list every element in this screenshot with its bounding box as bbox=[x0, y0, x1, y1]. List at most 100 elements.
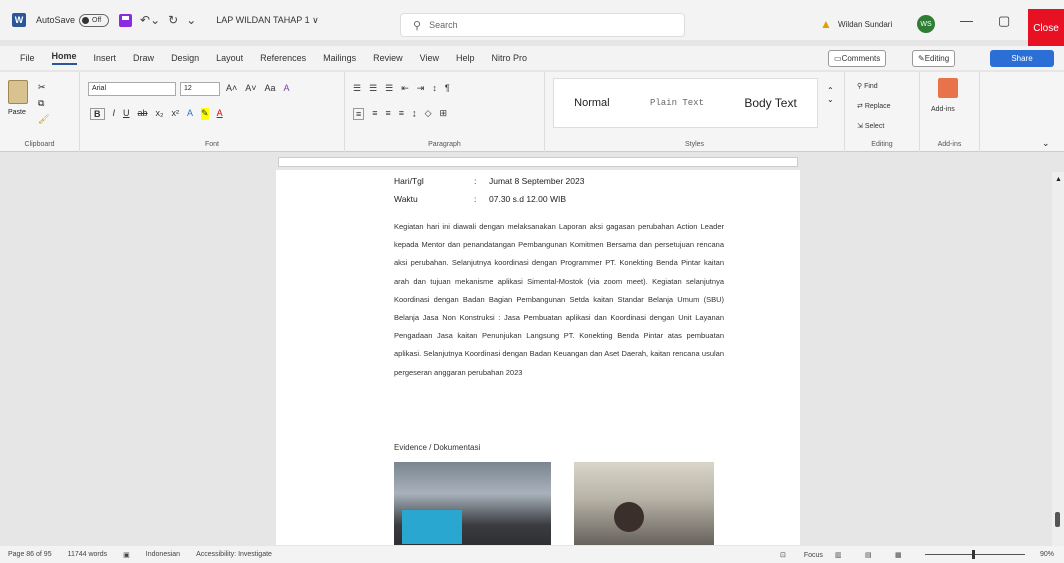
menu-bar: File Home Insert Draw Design Layout Refe… bbox=[0, 46, 1064, 70]
align-right-icon[interactable]: ≡ bbox=[386, 108, 391, 120]
tab-view[interactable]: View bbox=[420, 53, 439, 63]
pilcrow-icon[interactable]: ¶ bbox=[445, 83, 450, 94]
highlight-icon[interactable]: ✎ bbox=[201, 108, 209, 120]
ribbon-collapse-icon[interactable]: ⌄ bbox=[1042, 138, 1050, 149]
warning-icon[interactable]: ▲ bbox=[820, 17, 832, 31]
justify-icon[interactable]: ≡ bbox=[399, 108, 404, 120]
tab-references[interactable]: References bbox=[260, 53, 306, 63]
align-left-icon[interactable]: ≡ bbox=[353, 108, 365, 120]
decrease-indent-icon[interactable]: ⇤ bbox=[401, 83, 409, 94]
replace-button[interactable]: ⇄ Replace bbox=[857, 102, 891, 110]
zoom-slider-knob[interactable] bbox=[972, 550, 975, 559]
select-label: Select bbox=[864, 123, 885, 130]
style-normal[interactable]: Normal bbox=[574, 97, 609, 109]
tab-nitro-pro[interactable]: Nitro Pro bbox=[492, 53, 528, 63]
redo-icon[interactable]: ↻ bbox=[168, 13, 178, 27]
undo-icon[interactable]: ↶⌄ bbox=[140, 13, 160, 27]
change-case-icon[interactable]: Aa bbox=[265, 83, 276, 93]
editing-group-label: Editing bbox=[871, 141, 893, 148]
copy-icon[interactable]: ⧉ bbox=[38, 98, 44, 109]
autosave-toggle[interactable]: Off bbox=[79, 13, 110, 27]
user-name[interactable]: Wildan Sundari bbox=[838, 20, 892, 29]
paste-icon[interactable] bbox=[8, 80, 28, 104]
scroll-up-icon[interactable]: ▲ bbox=[1055, 176, 1062, 183]
print-layout-icon[interactable]: ▤ bbox=[865, 551, 872, 559]
language[interactable]: Indonesian bbox=[146, 551, 180, 558]
tab-home[interactable]: Home bbox=[51, 51, 77, 65]
evidence-photo-2[interactable] bbox=[574, 462, 714, 545]
horizontal-ruler[interactable] bbox=[278, 157, 798, 167]
read-mode-icon[interactable]: ▥ bbox=[835, 551, 842, 559]
save-icon[interactable] bbox=[119, 13, 133, 27]
tab-file[interactable]: File bbox=[20, 53, 35, 63]
evidence-heading[interactable]: Evidence / Dokumentasi bbox=[394, 443, 480, 452]
search-box[interactable]: ⚲ Search bbox=[400, 13, 685, 37]
styles-scroll-icon[interactable]: ⌃ ⌄ bbox=[827, 86, 834, 104]
comments-button[interactable]: ▭ Comments bbox=[828, 50, 887, 67]
scroll-thumb[interactable] bbox=[1055, 512, 1060, 527]
page-count[interactable]: Page 86 of 95 bbox=[8, 551, 52, 558]
increase-indent-icon[interactable]: ⇥ bbox=[417, 83, 425, 94]
web-layout-icon[interactable]: ▦ bbox=[895, 551, 902, 559]
vertical-scrollbar[interactable]: ▲ bbox=[1052, 172, 1064, 547]
strikethrough-icon[interactable]: ab bbox=[138, 108, 148, 120]
time-value: 07.30 s.d 12.00 WIB bbox=[489, 194, 567, 204]
document-title[interactable]: LAP WILDAN TAHAP 1 ∨ bbox=[216, 15, 318, 26]
cut-icon[interactable]: ✂ bbox=[38, 82, 46, 93]
avatar[interactable]: WS bbox=[917, 15, 935, 33]
comment-icon: ▭ bbox=[834, 54, 842, 63]
bullets-icon[interactable]: ☰ bbox=[353, 83, 361, 94]
body-paragraph[interactable]: Kegiatan hari ini diawali dengan melaksa… bbox=[394, 218, 724, 382]
style-body-text[interactable]: Body Text bbox=[744, 96, 796, 110]
format-painter-icon[interactable]: 🖌 bbox=[38, 114, 49, 125]
font-group: Arial 12 A˄ A˅ Aa A B I Uab x₂ x² A ✎ A Font bbox=[80, 72, 345, 152]
proofing-icon[interactable]: ▣ bbox=[123, 551, 130, 559]
line-spacing-icon[interactable]: ↨ bbox=[412, 108, 417, 120]
style-plain-text[interactable]: Plain Text bbox=[650, 98, 704, 108]
restore-icon[interactable]: ▢ bbox=[998, 13, 1010, 29]
sort-icon[interactable]: ↕ bbox=[432, 83, 437, 94]
select-button[interactable]: ⇲ Select bbox=[857, 122, 884, 130]
tab-review[interactable]: Review bbox=[373, 53, 403, 63]
font-color-icon[interactable]: A bbox=[217, 108, 223, 120]
accessibility-status[interactable]: Accessibility: Investigate bbox=[196, 551, 272, 558]
tab-mailings[interactable]: Mailings bbox=[323, 53, 356, 63]
shrink-font-icon[interactable]: A˅ bbox=[245, 83, 256, 93]
font-name-box[interactable]: Arial bbox=[88, 82, 176, 96]
borders-icon[interactable]: ⊞ bbox=[439, 108, 447, 120]
tab-insert[interactable]: Insert bbox=[94, 53, 117, 63]
tab-help[interactable]: Help bbox=[456, 53, 475, 63]
tab-design[interactable]: Design bbox=[171, 53, 199, 63]
focus-label: Focus bbox=[803, 551, 823, 559]
focus-button[interactable]: ⊡ Focus bbox=[780, 551, 839, 559]
word-count[interactable]: 11744 words bbox=[68, 551, 108, 558]
document-page[interactable]: Hari/Tgl : Jumat 8 September 2023 Waktu … bbox=[276, 170, 800, 545]
grow-font-icon[interactable]: A˄ bbox=[226, 83, 237, 93]
close-button[interactable]: Close bbox=[1028, 9, 1064, 47]
multilevel-icon[interactable]: ☰ bbox=[385, 83, 393, 94]
addins-button-label[interactable]: Add-ins bbox=[931, 106, 955, 113]
numbering-icon[interactable]: ☰ bbox=[369, 83, 377, 94]
find-button[interactable]: ⚲ Find bbox=[857, 82, 878, 90]
underline-icon[interactable]: U bbox=[123, 108, 130, 120]
subscript-icon[interactable]: x₂ bbox=[156, 108, 164, 120]
superscript-icon[interactable]: x² bbox=[172, 108, 180, 120]
zoom-level[interactable]: 90% bbox=[1040, 551, 1054, 558]
date-colon: : bbox=[474, 176, 477, 186]
addins-icon[interactable] bbox=[938, 78, 958, 98]
zoom-slider[interactable] bbox=[925, 554, 1025, 555]
evidence-photo-1[interactable] bbox=[394, 462, 551, 545]
font-size-box[interactable]: 12 bbox=[180, 82, 220, 96]
share-button[interactable]: Share bbox=[990, 50, 1054, 67]
clear-format-icon[interactable]: A bbox=[284, 83, 290, 93]
tab-draw[interactable]: Draw bbox=[133, 53, 154, 63]
tab-layout[interactable]: Layout bbox=[216, 53, 243, 63]
editing-button[interactable]: ✎ Editing bbox=[912, 50, 956, 67]
text-effects-icon[interactable]: A bbox=[187, 108, 193, 120]
minimize-icon[interactable]: — bbox=[960, 13, 973, 28]
italic-icon[interactable]: I bbox=[113, 108, 116, 120]
align-center-icon[interactable]: ≡ bbox=[372, 108, 377, 120]
bold-icon[interactable]: B bbox=[90, 108, 105, 120]
customize-qat-icon[interactable]: ⌄ bbox=[186, 13, 196, 27]
shading-icon[interactable]: ◇ bbox=[425, 108, 432, 120]
